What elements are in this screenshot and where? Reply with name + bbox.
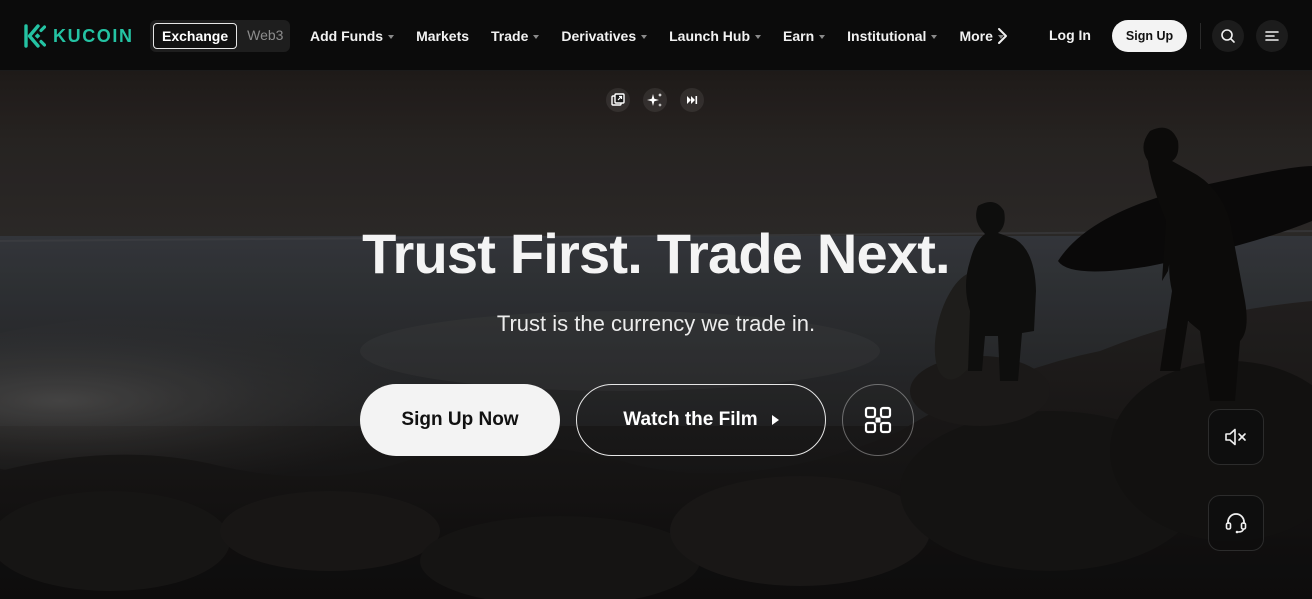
chevron-down-icon	[641, 34, 648, 39]
hero-title: Trust First. Trade Next.	[362, 222, 950, 285]
nav-label: Trade	[491, 27, 529, 44]
search-icon	[1221, 29, 1235, 43]
web3-tab[interactable]: Web3	[239, 23, 291, 49]
login-link[interactable]: Log In	[1049, 27, 1091, 43]
kucoin-logo[interactable]: KUCOIN	[24, 24, 134, 48]
chevron-down-icon	[931, 34, 938, 39]
logo-wordmark: KUCOIN	[53, 25, 134, 46]
skip-button[interactable]	[680, 88, 704, 112]
signup-button[interactable]: Sign Up	[1112, 20, 1187, 52]
chevron-right-icon[interactable]	[995, 27, 1009, 45]
hero-section: Trust First. Trade Next. Trust is the cu…	[0, 71, 1312, 599]
skip-forward-icon	[687, 96, 698, 104]
top-navbar: KUCOIN Exchange Web3 Add Funds Markets T…	[0, 0, 1312, 71]
support-headset-icon	[1225, 513, 1247, 534]
nav-label: More	[959, 27, 993, 44]
nav-launch-hub[interactable]: Launch Hub	[669, 28, 761, 44]
watch-film-button[interactable]: Watch the Film	[576, 384, 826, 456]
support-button[interactable]	[1208, 495, 1264, 551]
exchange-tab[interactable]: Exchange	[153, 23, 238, 49]
nav-trade[interactable]: Trade	[491, 27, 540, 44]
chevron-down-icon	[819, 34, 826, 39]
chevron-down-icon	[533, 34, 540, 39]
menu-button[interactable]	[1256, 20, 1288, 52]
nav-label: Markets	[416, 27, 470, 44]
qr-code-icon	[864, 406, 892, 434]
menu-icon	[1265, 31, 1279, 41]
media-controls	[606, 88, 717, 112]
nav-institutional[interactable]: Institutional	[847, 27, 938, 44]
play-icon	[771, 415, 779, 425]
header-divider	[1200, 23, 1201, 49]
nav-derivatives[interactable]: Derivatives	[561, 27, 648, 44]
exchange-web3-switch: Exchange Web3	[150, 20, 290, 52]
nav-earn[interactable]: Earn	[783, 27, 826, 44]
hero-subtitle: Trust is the currency we trade in.	[496, 311, 816, 336]
watch-film-label: Watch the Film	[623, 409, 758, 430]
sparkle-icon	[647, 93, 662, 107]
pip-button[interactable]	[606, 88, 630, 112]
nav-label: Institutional	[847, 27, 927, 44]
nav-label: Launch Hub	[669, 27, 750, 44]
search-button[interactable]	[1212, 20, 1244, 52]
sign-up-now-button[interactable]: Sign Up Now	[360, 384, 560, 456]
chevron-down-icon	[755, 34, 761, 39]
main-nav: Add Funds Markets Trade Derivatives Laun…	[310, 0, 1026, 71]
nav-markets[interactable]: Markets	[416, 28, 469, 44]
effects-button[interactable]	[643, 88, 667, 112]
nav-label: Earn	[783, 27, 815, 44]
chevron-down-icon	[388, 34, 395, 39]
nav-label: Add Funds	[310, 27, 384, 44]
mute-icon	[1225, 428, 1246, 446]
qr-code-button[interactable]	[842, 384, 914, 456]
picture-in-picture-icon	[611, 93, 625, 106]
mute-button[interactable]	[1208, 409, 1264, 465]
kucoin-logo-icon	[24, 24, 46, 48]
nav-label: Derivatives	[561, 27, 637, 44]
nav-add-funds[interactable]: Add Funds	[310, 27, 395, 44]
